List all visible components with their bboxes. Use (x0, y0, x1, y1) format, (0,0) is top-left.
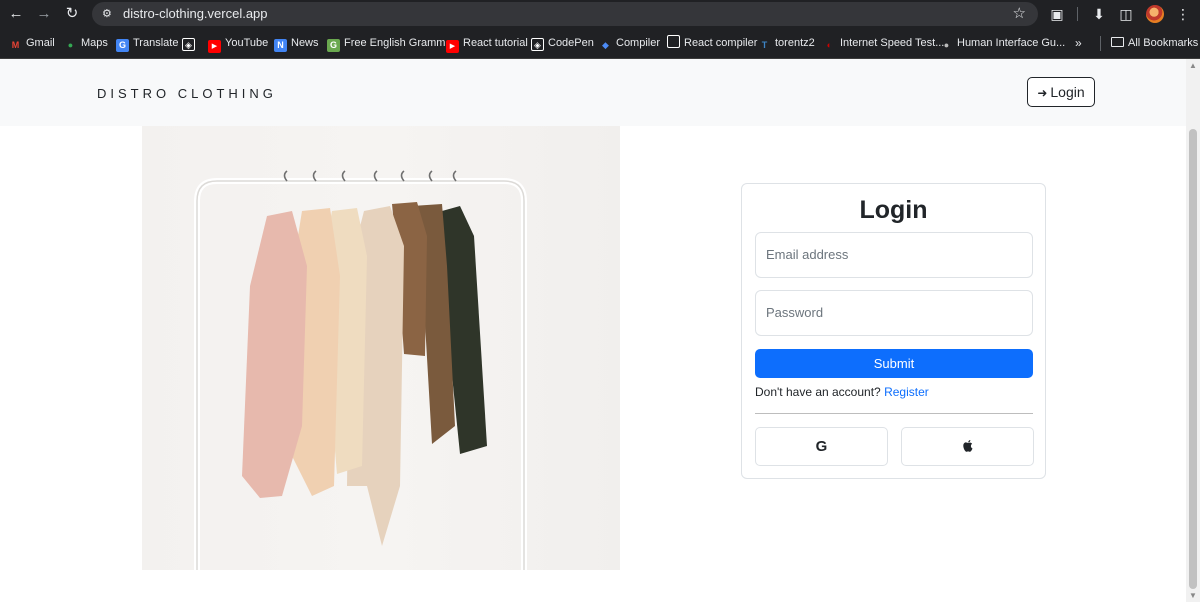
login-card: Login Email address Password Submit Don'… (741, 183, 1046, 479)
bookmark-translate[interactable]: G Translate (116, 28, 178, 58)
address-bar[interactable]: ⚙ distro-clothing.vercel.app ☆ (92, 2, 1038, 26)
extensions-icon[interactable]: ▣ (1047, 4, 1067, 24)
side-panel-icon[interactable]: ◫ (1116, 4, 1136, 24)
register-link[interactable]: Register (884, 385, 929, 399)
bookmark-maps[interactable]: ● Maps (64, 28, 108, 58)
bookmarks-separator (1100, 36, 1101, 51)
site-settings-icon[interactable]: ⚙ (102, 7, 116, 21)
torrent-icon: T (761, 40, 768, 50)
bookmark-label: Compiler (616, 37, 661, 49)
header-login-label: Login (1050, 84, 1085, 100)
apple-login-button[interactable] (901, 427, 1034, 466)
password-input[interactable]: Password (755, 290, 1033, 336)
register-prompt: Don't have an account? Register (755, 385, 929, 399)
toolbar-separator (1077, 7, 1078, 21)
bookmarks-overflow-chevron[interactable]: » (1075, 28, 1082, 58)
apple-icon (962, 440, 972, 452)
brand-logo[interactable]: DISTRO CLOTHING (97, 59, 277, 128)
bookmark-gmail[interactable]: M Gmail (9, 28, 55, 58)
gmail-icon: M (11, 40, 20, 50)
apple-icon: ● (943, 40, 950, 50)
url-text: distro-clothing.vercel.app (123, 6, 268, 21)
bookmark-react-compiler[interactable]: React compiler (667, 28, 757, 58)
bookmark-youtube[interactable]: ▶ YouTube (208, 28, 268, 58)
scroll-up-icon[interactable]: ▲ (1189, 61, 1197, 70)
all-bookmarks-label: All Bookmarks (1128, 37, 1199, 49)
bookmark-codepen[interactable]: ◈ CodePen (531, 28, 594, 58)
bookmark-label: torentz2 (775, 37, 815, 49)
news-icon: N (274, 39, 287, 52)
codepen-icon: ◈ (182, 38, 195, 51)
download-icon[interactable]: ⬇ (1089, 4, 1109, 24)
bookmark-react-tutorial[interactable]: ▶ React tutorial (446, 28, 528, 58)
login-title: Login (859, 196, 928, 224)
bookmark-codepen-icon-only[interactable]: ◈ (182, 28, 199, 58)
sign-in-icon: ➜ (1037, 86, 1048, 100)
submit-button[interactable]: Submit (755, 349, 1033, 378)
compiler-icon: ◆ (602, 40, 609, 50)
page-scrollbar[interactable]: ▲ ▼ (1186, 59, 1200, 602)
bookmark-human-interface[interactable]: ● Human Interface Gu... (940, 28, 1065, 58)
header-login-button[interactable]: ➜ Login (1027, 77, 1095, 107)
youtube-icon: ▶ (208, 40, 221, 53)
google-icon: G (815, 438, 828, 455)
page-viewport: DISTRO CLOTHING ➜ Login Login Email addr… (0, 59, 1186, 602)
clothing-rack-image (142, 126, 620, 570)
bookmark-label: Maps (81, 37, 108, 49)
maps-icon: ● (67, 40, 74, 50)
bookmark-label: React compiler (684, 37, 758, 49)
folder-icon (1111, 37, 1124, 47)
bookmark-label: Translate (133, 37, 179, 49)
bookmark-label: Internet Speed Test... (840, 37, 945, 49)
forward-arrow-icon[interactable]: → (34, 4, 54, 24)
bookmarks-bar: M Gmail ● Maps G Translate ◈ ▶ YouTube N News… (0, 28, 1200, 59)
scrollbar-thumb[interactable] (1189, 129, 1197, 589)
divider (755, 413, 1033, 414)
google-login-button[interactable]: G (755, 427, 888, 466)
bookmark-label: YouTube (225, 37, 269, 49)
bookmark-label: CodePen (548, 37, 594, 49)
menu-kebab-icon[interactable]: ⋮ (1173, 4, 1193, 24)
translate-icon: G (116, 39, 129, 52)
bookmark-news[interactable]: N News (274, 28, 319, 58)
codepen-icon: ◈ (531, 38, 544, 51)
email-input[interactable]: Email address (755, 232, 1033, 278)
bookmark-grammar[interactable]: G Free English Gramm... (327, 28, 455, 58)
bookmark-label: Free English Gramm... (344, 37, 455, 49)
back-arrow-icon[interactable]: ← (6, 4, 26, 24)
all-bookmarks[interactable]: All Bookmarks (1111, 28, 1198, 58)
site-header: DISTRO CLOTHING ➜ Login (0, 59, 1186, 126)
bookmark-label: News (291, 37, 319, 49)
youtube-icon: ▶ (446, 40, 459, 53)
bookmark-label: Gmail (26, 37, 55, 49)
grammar-icon: G (327, 39, 340, 52)
scroll-down-icon[interactable]: ▼ (1189, 591, 1197, 600)
bookmark-compiler[interactable]: ◆ Compiler (599, 28, 660, 58)
bookmark-speed-test[interactable]: ◐ Internet Speed Test... (823, 28, 945, 58)
clothing-rack-illustration (194, 170, 527, 570)
reload-icon[interactable]: ↻ (62, 4, 82, 24)
bookmark-star-icon[interactable]: ☆ (1013, 2, 1026, 26)
bookmark-label: React tutorial (463, 37, 528, 49)
bookmark-label: Human Interface Gu... (957, 37, 1066, 49)
register-prompt-text: Don't have an account? (755, 385, 881, 399)
bookmark-torentz2[interactable]: Ttorentz2 (758, 28, 815, 58)
square-icon (667, 35, 680, 48)
browser-toolbar: ← → ↻ ⚙ distro-clothing.vercel.app ☆ ▣ ⬇… (0, 0, 1200, 28)
profile-avatar[interactable] (1146, 5, 1164, 23)
speedtest-icon: ◐ (826, 40, 833, 50)
